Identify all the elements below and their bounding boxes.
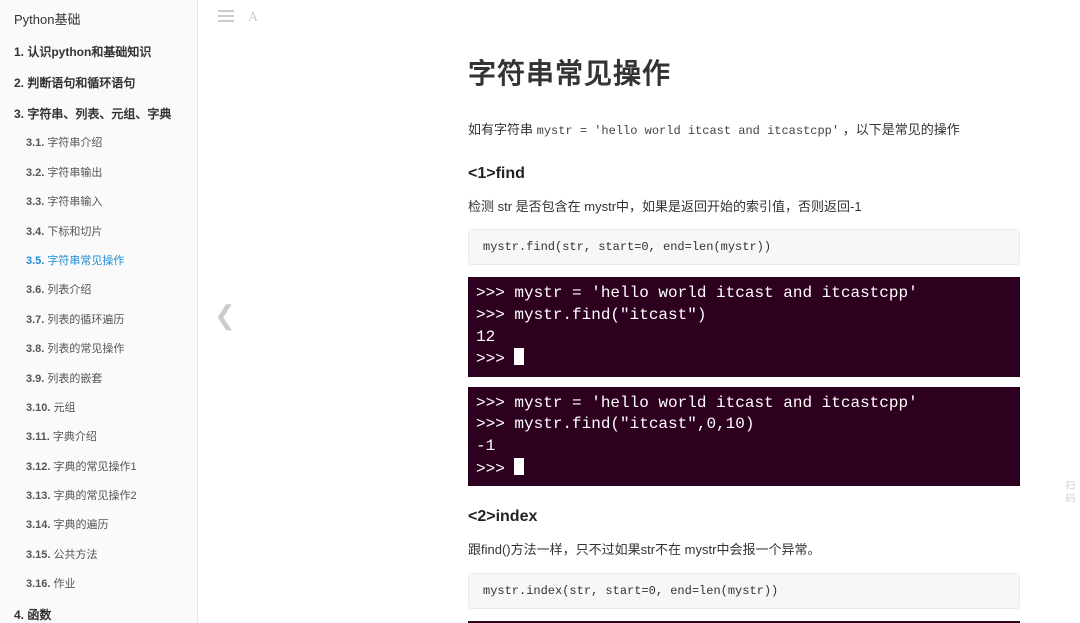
book-title: Python基础 [0,0,197,37]
sidebar-item-label: 列表的循环遍历 [47,314,124,326]
index-syntax-code: mystr.index(str, start=0, end=len(mystr)… [468,573,1020,609]
section-item-3-4[interactable]: 3.4. 下标和切片 [0,218,197,247]
section-item-3-1[interactable]: 3.1. 字符串介绍 [0,129,197,158]
section-item-3-15[interactable]: 3.15. 公共方法 [0,541,197,570]
chapter-item-2[interactable]: 2. 判断语句和循环语句 [0,68,197,99]
sidebar-item-label: 字符串常见操作 [47,255,124,267]
section-find-heading: <1>find [468,165,1020,183]
sidebar-item-label: 下标和切片 [47,226,102,238]
section-find-desc: 检测 str 是否包含在 mystr中，如果是返回开始的索引值，否则返回-1 [468,195,1020,220]
sidebar-item-label: 字符串输出 [47,167,102,179]
sidebar-item-label: 认识python和基础知识 [27,45,151,59]
chapter-item-1[interactable]: 1. 认识python和基础知识 [0,37,197,68]
sidebar-item-label: 字典的遍历 [54,519,109,531]
terminal-output-1: >>> mystr = 'hello world itcast and itca… [468,277,1020,376]
sidebar-item-label: 函数 [27,608,51,622]
sidebar-item-label: 公共方法 [54,549,98,561]
content-area: 字符串常见操作 如有字符串 mystr = 'hello world itcas… [198,0,1080,623]
section-item-3-2[interactable]: 3.2. 字符串输出 [0,159,197,188]
terminal-output-2: >>> mystr = 'hello world itcast and itca… [468,387,1020,486]
toc-list: 1. 认识python和基础知识2. 判断语句和循环语句3. 字符串、列表、元组… [0,37,197,623]
section-item-3-14[interactable]: 3.14. 字典的遍历 [0,511,197,540]
sidebar-item-label: 作业 [54,578,76,590]
sidebar-item-label: 字典的常见操作1 [54,461,137,473]
section-item-3-12[interactable]: 3.12. 字典的常见操作1 [0,453,197,482]
section-item-3-13[interactable]: 3.13. 字典的常见操作2 [0,482,197,511]
sidebar-item-label: 列表的嵌套 [47,373,102,385]
section-item-3-16[interactable]: 3.16. 作业 [0,570,197,599]
sidebar-item-label: 字符串介绍 [47,137,102,149]
find-syntax-code: mystr.find(str, start=0, end=len(mystr)) [468,229,1020,265]
section-item-3-9[interactable]: 3.9. 列表的嵌套 [0,365,197,394]
section-item-3-8[interactable]: 3.8. 列表的常见操作 [0,335,197,364]
sidebar-item-label: 列表的常见操作 [47,343,124,355]
sidebar-item-label: 列表介绍 [47,284,91,296]
chapter-item-4[interactable]: 4. 函数 [0,600,197,623]
sidebar-item-label: 字符串输入 [47,196,102,208]
section-item-3-7[interactable]: 3.7. 列表的循环遍历 [0,306,197,335]
sidebar-item-label: 字符串、列表、元组、字典 [27,107,171,121]
chapter-item-3[interactable]: 3. 字符串、列表、元组、字典 [0,99,197,130]
section-item-3-5[interactable]: 3.5. 字符串常见操作 [0,247,197,276]
side-watermark: 扫码 [1061,480,1076,506]
sidebar[interactable]: Python基础 1. 认识python和基础知识2. 判断语句和循环语句3. … [0,0,198,623]
section-item-3-6[interactable]: 3.6. 列表介绍 [0,276,197,305]
sidebar-item-label: 元组 [54,402,76,414]
section-item-3-11[interactable]: 3.11. 字典介绍 [0,423,197,452]
section-index-heading: <2>index [468,508,1020,526]
section-item-3-10[interactable]: 3.10. 元组 [0,394,197,423]
sidebar-item-label: 判断语句和循环语句 [27,76,135,90]
page-title: 字符串常见操作 [468,52,1020,92]
intro-code: mystr = 'hello world itcast and itcastcp… [537,124,839,138]
sidebar-item-label: 字典介绍 [53,431,97,443]
intro-paragraph: 如有字符串 mystr = 'hello world itcast and it… [468,118,1020,143]
section-index-desc: 跟find()方法一样，只不过如果str不在 mystr中会报一个异常。 [468,538,1020,563]
section-item-3-3[interactable]: 3.3. 字符串输入 [0,188,197,217]
sidebar-item-label: 字典的常见操作2 [54,490,137,502]
